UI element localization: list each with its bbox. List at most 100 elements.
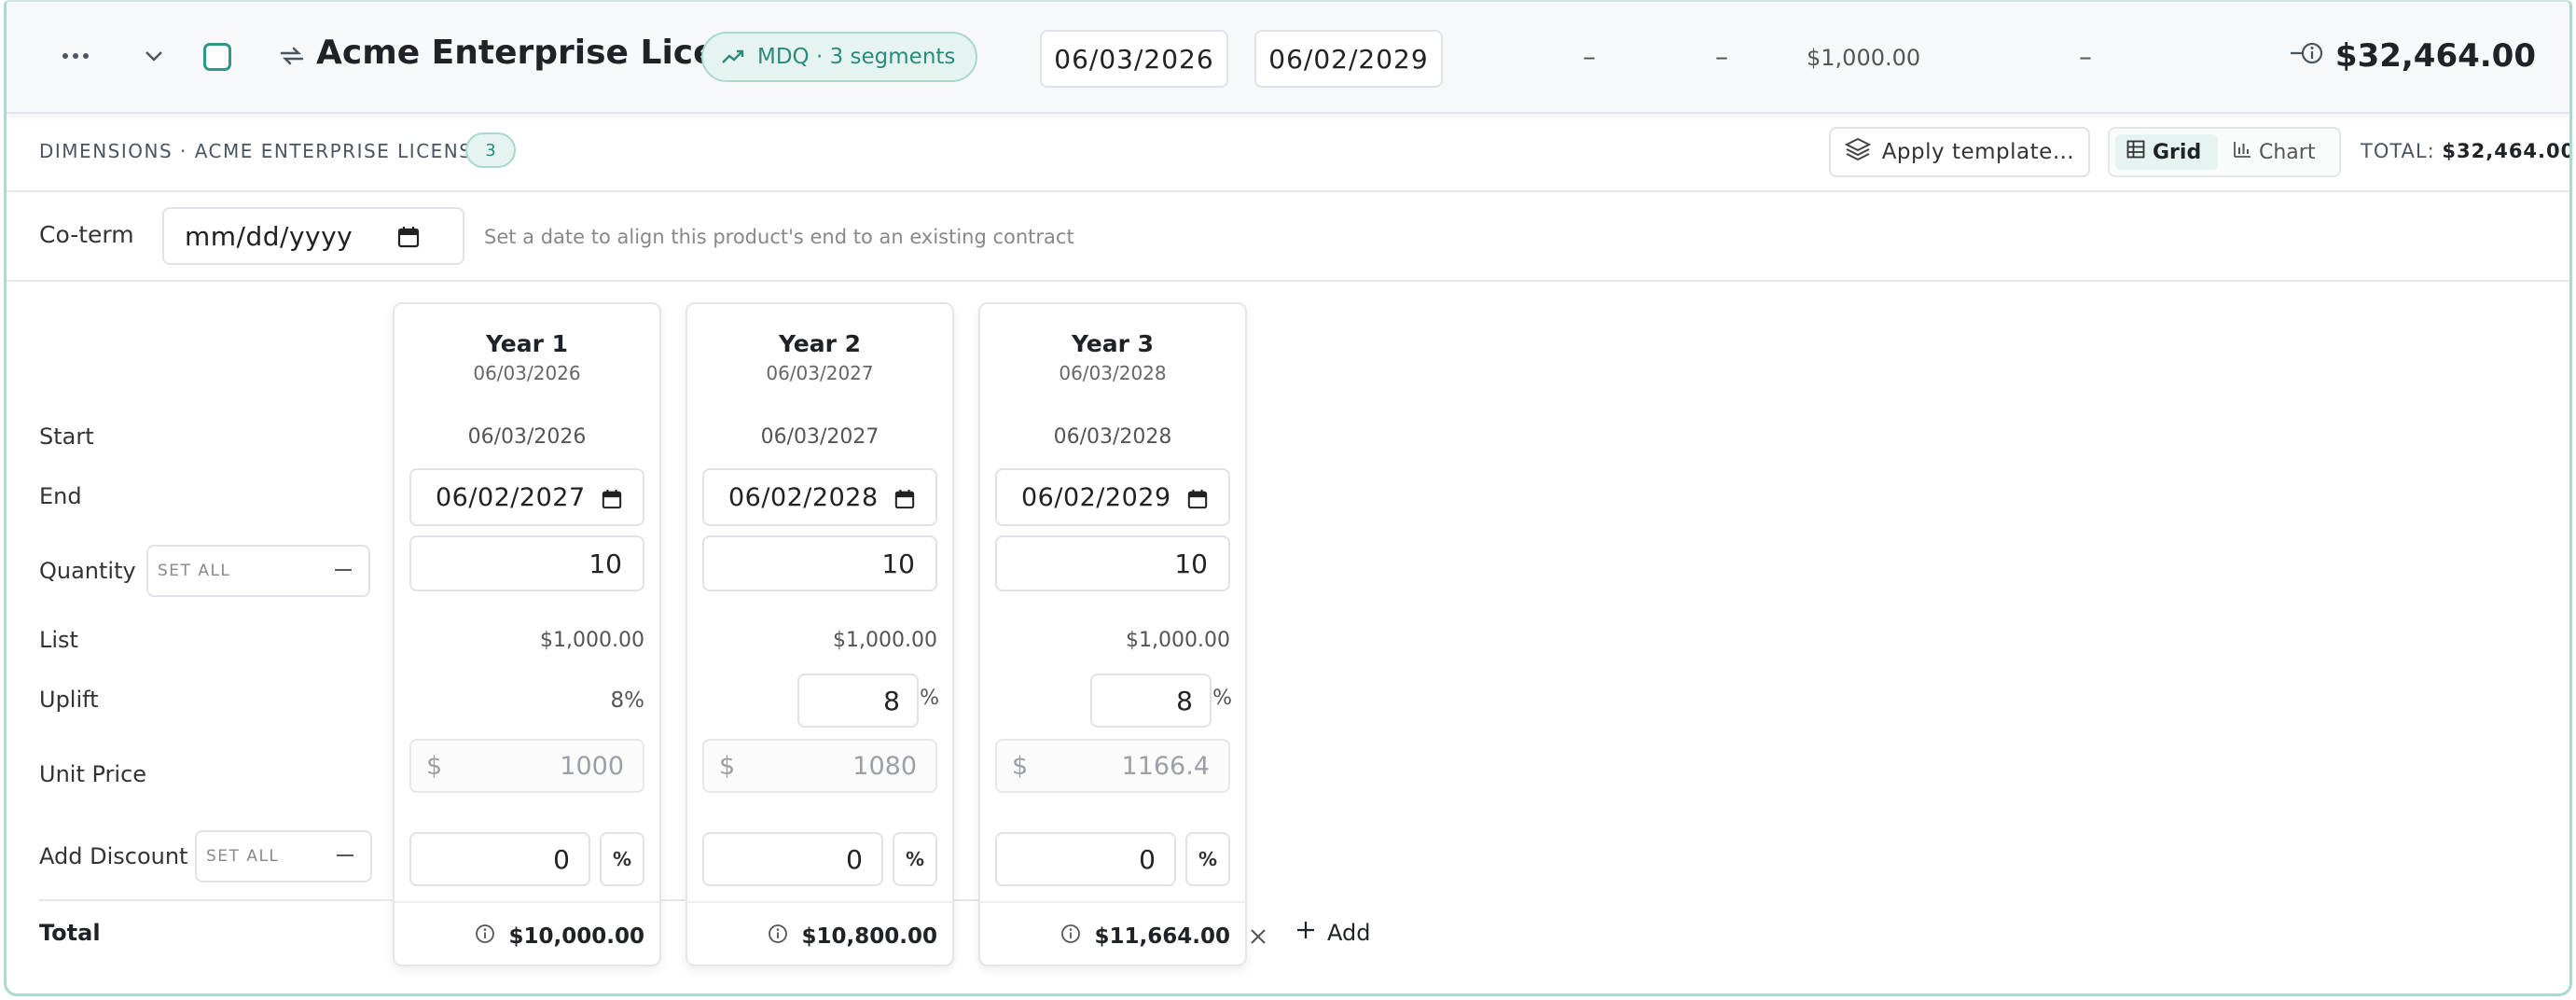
year-card: Year 1 06/03/2026 06/03/2026 06/02/2027 …	[393, 302, 661, 966]
uplift-unit: %	[1212, 687, 1232, 710]
unit-price-value: 1080	[852, 751, 917, 781]
apply-template-label: Apply template…	[1881, 140, 2075, 164]
year-total-value: $10,000.00	[508, 924, 644, 949]
info-icon[interactable]	[768, 924, 788, 950]
select-checkbox[interactable]	[203, 43, 231, 71]
year-start: 06/03/2028	[1053, 425, 1172, 449]
pill-label: MDQ · 3 segments	[757, 45, 956, 69]
header-column-value: –	[2079, 41, 2092, 72]
year-card: Year 2 06/03/2027 06/03/2027 06/02/2028 …	[686, 302, 954, 966]
mdq-segments-pill[interactable]: MDQ · 3 segments	[701, 32, 978, 82]
card-divider	[687, 901, 952, 903]
row-label-list: List	[39, 627, 78, 653]
year-start: 06/03/2026	[467, 425, 587, 449]
add-segment-button[interactable]: Add	[1295, 920, 1370, 946]
bar-chart-icon	[2233, 140, 2251, 164]
view-grid-label: Grid	[2153, 140, 2202, 164]
close-icon[interactable]	[1249, 924, 1267, 951]
header-column-value: –	[1715, 41, 1728, 72]
year-title: Year 2	[778, 330, 862, 357]
card-divider	[980, 901, 1245, 903]
header-total-value: $32,464.00	[2334, 37, 2536, 75]
start-date-field[interactable]: 06/03/2026	[1040, 30, 1228, 88]
year-quantity-input[interactable]: 10	[702, 535, 937, 591]
row-label-start: Start	[39, 424, 94, 450]
year-total: $10,000.00	[475, 924, 644, 950]
year-uplift-input[interactable]: 8	[797, 674, 919, 728]
year-unit-price-input: $ 1080	[702, 739, 937, 793]
year-total: $11,664.00	[1060, 924, 1230, 950]
year-list-price: $1,000.00	[833, 629, 937, 652]
chevron-down-icon[interactable]	[135, 37, 173, 75]
discount-unit-toggle[interactable]: %	[893, 832, 937, 886]
dimensions-count-badge: 3	[465, 132, 516, 168]
view-chart-label: Chart	[2259, 140, 2316, 164]
year-end-value: 06/02/2029	[1021, 482, 1171, 512]
minus-icon[interactable]	[337, 854, 353, 856]
year-unit-price-input: $ 1000	[409, 739, 644, 793]
end-date-field[interactable]: 06/02/2029	[1254, 30, 1443, 88]
apply-template-button[interactable]: Apply template…	[1829, 127, 2090, 177]
layers-icon	[1844, 136, 1871, 168]
year-list-price: $1,000.00	[540, 629, 644, 652]
year-quantity-input[interactable]: 10	[995, 535, 1230, 591]
row-label-unit-price: Unit Price	[39, 761, 147, 787]
repeat-icon[interactable]	[273, 37, 311, 75]
year-unit-price-input: $ 1166.4	[995, 739, 1230, 793]
year-title: Year 1	[485, 330, 569, 357]
year-discount-input[interactable]: 0	[702, 832, 883, 886]
calendar-icon[interactable]	[894, 487, 915, 516]
set-all-placeholder: SET ALL	[206, 847, 280, 866]
coterm-date-input[interactable]: mm/dd/yyyy	[162, 207, 464, 265]
view-chart-button[interactable]: Chart	[2222, 134, 2337, 170]
row-label-total: Total	[39, 920, 101, 946]
calendar-icon[interactable]	[602, 487, 622, 516]
calendar-icon[interactable]	[397, 224, 420, 255]
year-end-value: 06/02/2028	[728, 482, 879, 512]
coterm-label: Co-term	[39, 221, 134, 248]
discount-unit-toggle[interactable]: %	[1185, 832, 1230, 886]
row-label-uplift: Uplift	[39, 687, 99, 713]
more-horizontal-icon[interactable]	[57, 37, 94, 75]
quantity-set-all-input[interactable]: SET ALL	[146, 545, 370, 597]
calendar-icon[interactable]	[1187, 487, 1208, 516]
year-date: 06/03/2026	[473, 362, 581, 384]
year-uplift-input[interactable]: 8	[1090, 674, 1212, 728]
card-divider	[395, 901, 659, 903]
minus-icon[interactable]	[335, 569, 352, 571]
year-end-date-input[interactable]: 06/02/2029	[995, 468, 1230, 526]
currency-symbol: $	[719, 751, 736, 781]
dimensions-total: TOTAL: $32,464.00	[2361, 140, 2569, 162]
set-all-placeholder: SET ALL	[158, 562, 231, 580]
add-label: Add	[1327, 920, 1371, 946]
year-total-value: $11,664.00	[1094, 924, 1230, 949]
view-grid-button[interactable]: Grid	[2115, 134, 2218, 170]
header-list-price: $1,000.00	[1807, 45, 1921, 71]
trending-up-icon	[722, 49, 744, 64]
info-icon[interactable]	[475, 924, 495, 950]
year-list-price: $1,000.00	[1126, 629, 1230, 652]
dimensions-total-label: TOTAL:	[2361, 140, 2435, 162]
product-line-panel: Acme Enterprise License MDQ · 3 segments…	[4, 0, 2572, 996]
unit-price-value: 1000	[560, 751, 624, 781]
year-discount-input[interactable]: 0	[995, 832, 1176, 886]
product-header-row: Acme Enterprise License MDQ · 3 segments…	[7, 2, 2569, 114]
row-label-add-discount: Add Discount	[39, 843, 188, 869]
info-icon[interactable]	[2289, 37, 2326, 75]
year-quantity-input[interactable]: 10	[409, 535, 644, 591]
discount-unit-toggle[interactable]: %	[600, 832, 644, 886]
view-toggle: Grid Chart	[2108, 127, 2341, 177]
year-start: 06/03/2027	[760, 425, 879, 449]
currency-symbol: $	[426, 751, 443, 781]
info-icon[interactable]	[1060, 924, 1081, 950]
year-end-date-input[interactable]: 06/02/2028	[702, 468, 937, 526]
coterm-row: Co-term mm/dd/yyyy Set a date to align t…	[7, 190, 2569, 282]
year-end-date-input[interactable]: 06/02/2027	[409, 468, 644, 526]
row-label-quantity: Quantity	[39, 558, 136, 584]
discount-set-all-input[interactable]: SET ALL	[195, 830, 372, 882]
year-date: 06/03/2028	[1059, 362, 1167, 384]
coterm-hint: Set a date to align this product's end t…	[484, 226, 1074, 248]
grid-icon	[2126, 140, 2145, 164]
year-discount-input[interactable]: 0	[409, 832, 590, 886]
header-column-value: –	[1583, 41, 1596, 72]
